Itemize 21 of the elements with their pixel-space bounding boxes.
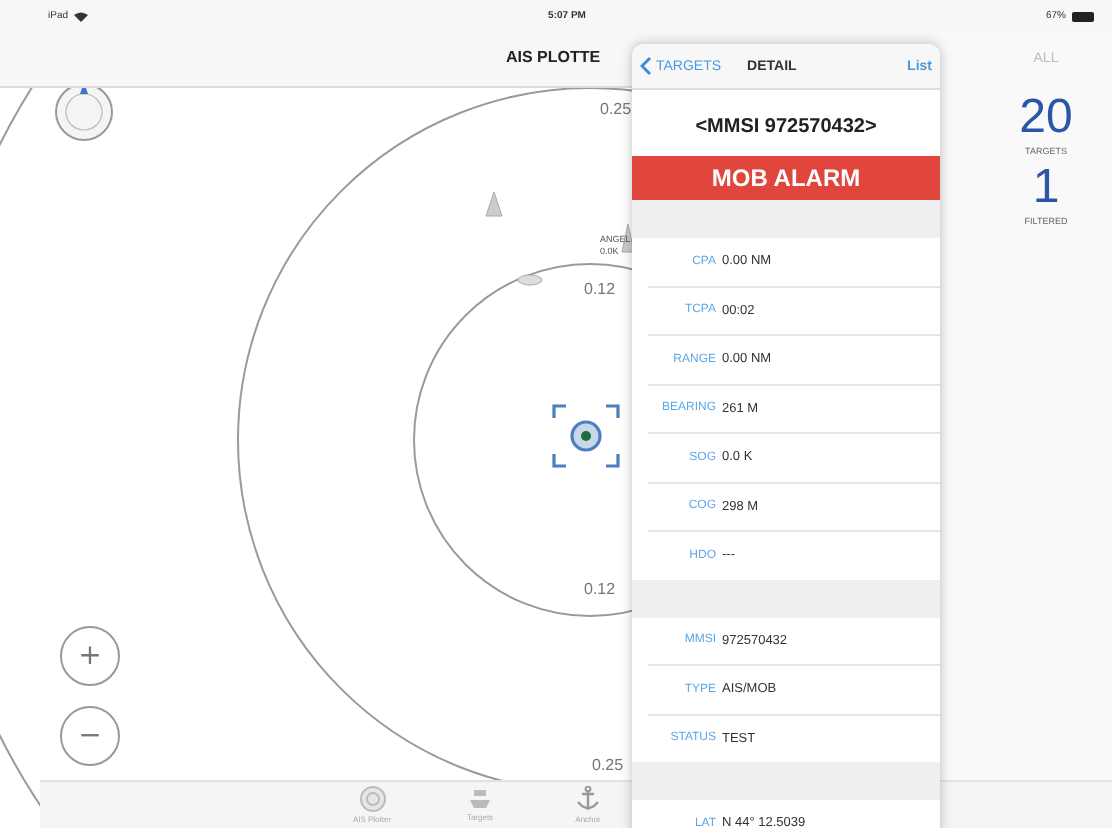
zoom-out-button[interactable]: − [60, 706, 120, 766]
battery-icon [1072, 11, 1096, 21]
range-label: 0.25 [600, 100, 632, 118]
target-icon[interactable] [552, 404, 620, 468]
targets-count: 20 [1019, 94, 1073, 142]
wifi-icon [74, 11, 89, 21]
zoom-in-button[interactable]: + [60, 626, 120, 686]
range-label: 0.25 [592, 756, 624, 774]
chevron-left-icon [640, 56, 652, 76]
compass-icon[interactable] [55, 82, 113, 141]
radar-icon [359, 786, 385, 812]
range-label: 0.12 [584, 580, 616, 598]
alarm-banner: MOB ALARM [632, 156, 940, 200]
filtered-count: 1 [1032, 164, 1060, 212]
range-label: 0.12 [584, 280, 616, 298]
vessel-icon [485, 191, 503, 217]
anchor-icon [576, 786, 600, 812]
ship-icon [468, 786, 492, 810]
vessel-icon [517, 274, 543, 286]
mmsi-header: <MMSI 972570432> [693, 114, 879, 142]
screen-title: AIS PLOTTE [506, 48, 601, 66]
